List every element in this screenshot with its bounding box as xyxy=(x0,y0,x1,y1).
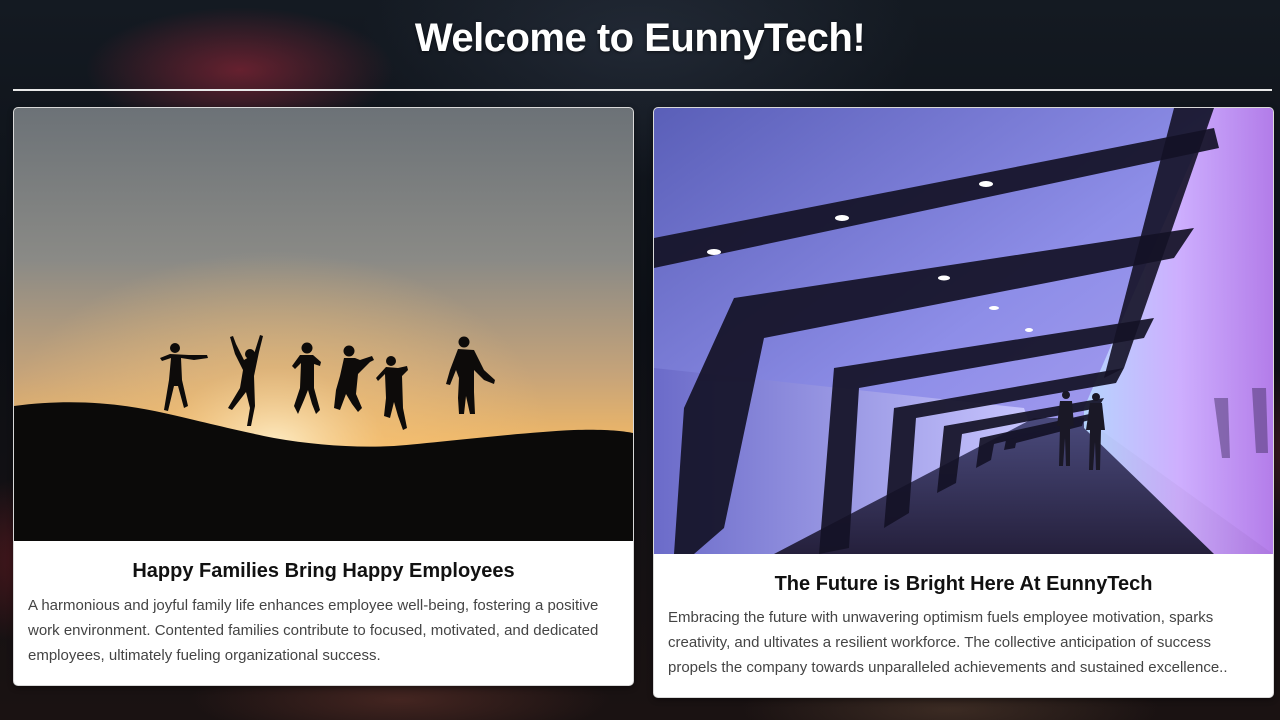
neon-corridor-image xyxy=(654,108,1273,554)
card-description: A harmonious and joyful family life enha… xyxy=(28,597,599,664)
card-bright-future: The Future is Bright Here At EunnyTech E… xyxy=(653,107,1274,698)
sunset-silhouette-image xyxy=(14,108,633,541)
card-title: Happy Families Bring Happy Employees xyxy=(132,560,515,582)
card-image-sunset xyxy=(14,108,633,541)
card-image-corridor xyxy=(654,108,1273,554)
card-description: Embracing the future with unwavering opt… xyxy=(668,609,1228,676)
page-title: Welcome to EunnyTech! xyxy=(414,16,866,60)
card-title: The Future is Bright Here At EunnyTech xyxy=(774,573,1153,595)
header-divider xyxy=(13,89,1272,91)
card-happy-families: Happy Families Bring Happy Employees A h… xyxy=(13,107,634,686)
